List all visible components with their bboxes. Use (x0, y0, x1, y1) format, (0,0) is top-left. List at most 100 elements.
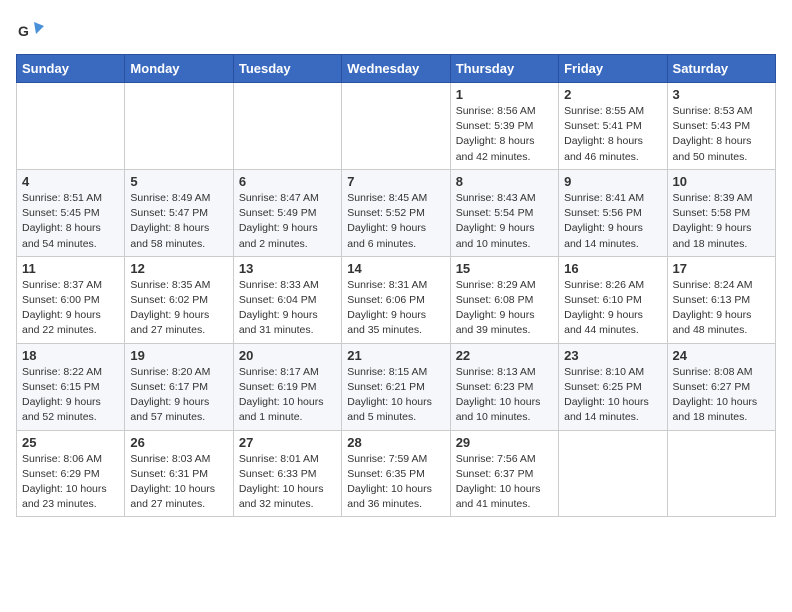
calendar-cell: 25 Sunrise: 8:06 AM Sunset: 6:29 PM Dayli… (17, 430, 125, 517)
day-number: 28 (347, 435, 444, 450)
day-info: Sunrise: 8:06 AM Sunset: 6:29 PM Dayligh… (22, 452, 119, 513)
day-info: Sunrise: 7:56 AM Sunset: 6:37 PM Dayligh… (456, 452, 553, 513)
day-number: 27 (239, 435, 336, 450)
day-number: 3 (673, 87, 770, 102)
calendar-week-2: 4 Sunrise: 8:51 AM Sunset: 5:45 PM Daylig… (17, 169, 776, 256)
day-info: Sunrise: 8:39 AM Sunset: 5:58 PM Dayligh… (673, 191, 770, 252)
calendar-cell: 17Sunrise: 8:24 AM Sunset: 6:13 PM Dayli… (667, 256, 775, 343)
calendar-cell (559, 430, 667, 517)
calendar-cell: 16 Sunrise: 8:26 AM Sunset: 6:10 PM Dayli… (559, 256, 667, 343)
col-header-tuesday: Tuesday (233, 55, 341, 83)
calendar-cell: 19 Sunrise: 8:20 AM Sunset: 6:17 PM Dayli… (125, 343, 233, 430)
day-info: Sunrise: 8:45 AM Sunset: 5:52 PM Dayligh… (347, 191, 444, 252)
calendar-week-3: 11Sunrise: 8:37 AM Sunset: 6:00 PM Dayli… (17, 256, 776, 343)
day-number: 14 (347, 261, 444, 276)
day-number: 11 (22, 261, 119, 276)
day-number: 2 (564, 87, 661, 102)
day-number: 15 (456, 261, 553, 276)
calendar-cell: 28Sunrise: 7:59 AM Sunset: 6:35 PM Dayli… (342, 430, 450, 517)
day-number: 24 (673, 348, 770, 363)
calendar-cell: 29 Sunrise: 7:56 AM Sunset: 6:37 PM Dayli… (450, 430, 558, 517)
col-header-saturday: Saturday (667, 55, 775, 83)
day-info: Sunrise: 8:43 AM Sunset: 5:54 PM Dayligh… (456, 191, 553, 252)
calendar-cell (233, 83, 341, 170)
calendar-header: SundayMondayTuesdayWednesdayThursdayFrid… (17, 55, 776, 83)
day-number: 5 (130, 174, 227, 189)
calendar-cell (17, 83, 125, 170)
day-number: 16 (564, 261, 661, 276)
calendar-cell: 1 Sunrise: 8:56 AM Sunset: 5:39 PM Daylig… (450, 83, 558, 170)
calendar-cell: 11Sunrise: 8:37 AM Sunset: 6:00 PM Dayli… (17, 256, 125, 343)
day-info: Sunrise: 8:08 AM Sunset: 6:27 PM Dayligh… (673, 365, 770, 426)
calendar-cell: 5 Sunrise: 8:49 AM Sunset: 5:47 PM Daylig… (125, 169, 233, 256)
calendar-cell: 18 Sunrise: 8:22 AM Sunset: 6:15 PM Dayli… (17, 343, 125, 430)
calendar-cell: 20 Sunrise: 8:17 AM Sunset: 6:19 PM Dayli… (233, 343, 341, 430)
calendar-week-1: 1 Sunrise: 8:56 AM Sunset: 5:39 PM Daylig… (17, 83, 776, 170)
calendar-cell: 21 Sunrise: 8:15 AM Sunset: 6:21 PM Dayli… (342, 343, 450, 430)
calendar-cell: 14 Sunrise: 8:31 AM Sunset: 6:06 PM Dayli… (342, 256, 450, 343)
day-info: Sunrise: 8:41 AM Sunset: 5:56 PM Dayligh… (564, 191, 661, 252)
day-info: Sunrise: 8:35 AM Sunset: 6:02 PM Dayligh… (130, 278, 227, 339)
calendar-week-4: 18 Sunrise: 8:22 AM Sunset: 6:15 PM Dayli… (17, 343, 776, 430)
day-info: Sunrise: 8:55 AM Sunset: 5:41 PM Dayligh… (564, 104, 661, 165)
day-number: 21 (347, 348, 444, 363)
calendar-cell: 24 Sunrise: 8:08 AM Sunset: 6:27 PM Dayli… (667, 343, 775, 430)
calendar-cell (667, 430, 775, 517)
calendar-cell (125, 83, 233, 170)
calendar-cell: 8 Sunrise: 8:43 AM Sunset: 5:54 PM Daylig… (450, 169, 558, 256)
calendar-cell: 6 Sunrise: 8:47 AM Sunset: 5:49 PM Daylig… (233, 169, 341, 256)
calendar-cell: 4 Sunrise: 8:51 AM Sunset: 5:45 PM Daylig… (17, 169, 125, 256)
day-info: Sunrise: 8:03 AM Sunset: 6:31 PM Dayligh… (130, 452, 227, 513)
day-number: 25 (22, 435, 119, 450)
calendar-cell: 13Sunrise: 8:33 AM Sunset: 6:04 PM Dayli… (233, 256, 341, 343)
calendar-cell: 23Sunrise: 8:10 AM Sunset: 6:25 PM Dayli… (559, 343, 667, 430)
day-info: Sunrise: 8:47 AM Sunset: 5:49 PM Dayligh… (239, 191, 336, 252)
day-info: Sunrise: 8:53 AM Sunset: 5:43 PM Dayligh… (673, 104, 770, 165)
day-info: Sunrise: 8:01 AM Sunset: 6:33 PM Dayligh… (239, 452, 336, 513)
day-number: 17 (673, 261, 770, 276)
calendar-cell: 26 Sunrise: 8:03 AM Sunset: 6:31 PM Dayli… (125, 430, 233, 517)
day-info: Sunrise: 8:20 AM Sunset: 6:17 PM Dayligh… (130, 365, 227, 426)
day-info: Sunrise: 8:10 AM Sunset: 6:25 PM Dayligh… (564, 365, 661, 426)
day-number: 22 (456, 348, 553, 363)
col-header-monday: Monday (125, 55, 233, 83)
day-info: Sunrise: 8:49 AM Sunset: 5:47 PM Dayligh… (130, 191, 227, 252)
calendar-cell: 12 Sunrise: 8:35 AM Sunset: 6:02 PM Dayli… (125, 256, 233, 343)
calendar-cell (342, 83, 450, 170)
day-number: 4 (22, 174, 119, 189)
day-number: 20 (239, 348, 336, 363)
logo-icon: G (16, 16, 44, 44)
day-number: 12 (130, 261, 227, 276)
day-info: Sunrise: 8:56 AM Sunset: 5:39 PM Dayligh… (456, 104, 553, 165)
day-info: Sunrise: 8:31 AM Sunset: 6:06 PM Dayligh… (347, 278, 444, 339)
day-number: 10 (673, 174, 770, 189)
logo: G (16, 16, 48, 44)
day-info: Sunrise: 8:15 AM Sunset: 6:21 PM Dayligh… (347, 365, 444, 426)
calendar-table: SundayMondayTuesdayWednesdayThursdayFrid… (16, 54, 776, 517)
calendar-cell: 9 Sunrise: 8:41 AM Sunset: 5:56 PM Daylig… (559, 169, 667, 256)
day-number: 7 (347, 174, 444, 189)
day-info: Sunrise: 8:22 AM Sunset: 6:15 PM Dayligh… (22, 365, 119, 426)
day-number: 19 (130, 348, 227, 363)
calendar-cell: 3 Sunrise: 8:53 AM Sunset: 5:43 PM Daylig… (667, 83, 775, 170)
day-info: Sunrise: 8:33 AM Sunset: 6:04 PM Dayligh… (239, 278, 336, 339)
day-info: Sunrise: 8:26 AM Sunset: 6:10 PM Dayligh… (564, 278, 661, 339)
calendar-cell: 27 Sunrise: 8:01 AM Sunset: 6:33 PM Dayli… (233, 430, 341, 517)
day-number: 1 (456, 87, 553, 102)
day-number: 26 (130, 435, 227, 450)
col-header-friday: Friday (559, 55, 667, 83)
col-header-sunday: Sunday (17, 55, 125, 83)
day-info: Sunrise: 8:51 AM Sunset: 5:45 PM Dayligh… (22, 191, 119, 252)
day-number: 9 (564, 174, 661, 189)
day-info: Sunrise: 8:13 AM Sunset: 6:23 PM Dayligh… (456, 365, 553, 426)
calendar-cell: 2 Sunrise: 8:55 AM Sunset: 5:41 PM Daylig… (559, 83, 667, 170)
day-number: 6 (239, 174, 336, 189)
day-number: 8 (456, 174, 553, 189)
day-number: 18 (22, 348, 119, 363)
calendar-week-5: 25 Sunrise: 8:06 AM Sunset: 6:29 PM Dayli… (17, 430, 776, 517)
day-number: 29 (456, 435, 553, 450)
page-header: G (16, 16, 776, 44)
calendar-cell: 7 Sunrise: 8:45 AM Sunset: 5:52 PM Daylig… (342, 169, 450, 256)
col-header-wednesday: Wednesday (342, 55, 450, 83)
day-info: Sunrise: 8:17 AM Sunset: 6:19 PM Dayligh… (239, 365, 336, 426)
